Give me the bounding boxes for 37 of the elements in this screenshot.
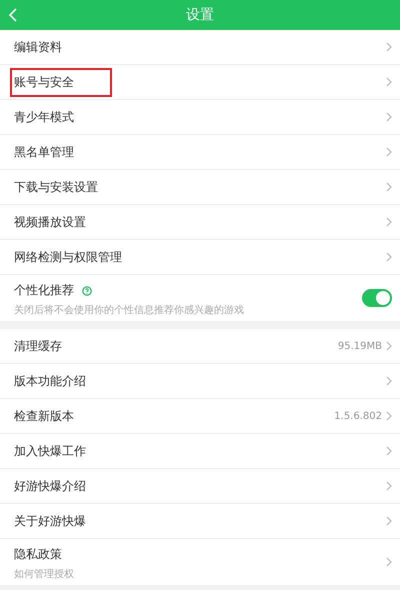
- chevron-right-icon: [386, 147, 392, 157]
- back-icon[interactable]: [8, 8, 18, 22]
- chevron-right-icon: [386, 77, 392, 87]
- chevron-right-icon: [386, 252, 392, 262]
- chevron-right-icon: [386, 217, 392, 227]
- chevron-right-icon: [386, 411, 392, 421]
- chevron-right-icon: [386, 42, 392, 52]
- chevron-right-icon: [386, 516, 392, 526]
- chevron-right-icon: [386, 557, 392, 567]
- setting-label[interactable]: 检查新版本: [12, 404, 76, 428]
- setting-value: 1.5.6.802: [334, 410, 382, 422]
- chevron-right-icon: [386, 481, 392, 491]
- setting-label[interactable]: 清理缓存: [12, 334, 64, 358]
- setting-label[interactable]: 编辑资料: [12, 36, 64, 58]
- chevron-right-icon: [386, 341, 392, 351]
- setting-label[interactable]: 视频播放设置: [12, 210, 88, 234]
- setting-label[interactable]: 青少年模式: [12, 106, 76, 128]
- setting-label[interactable]: 版本功能介绍: [12, 370, 88, 392]
- chevron-right-icon: [386, 182, 392, 192]
- setting-description: 如何管理授权: [13, 568, 74, 581]
- toggle-switch[interactable]: [362, 289, 392, 307]
- setting-label[interactable]: 账号与安全: [12, 70, 110, 94]
- setting-description: 关闭后将不会使用你的个性信息推荐你感兴趣的游戏: [13, 304, 244, 317]
- setting-label[interactable]: 好游快爆介绍: [12, 474, 88, 498]
- chevron-right-icon: [386, 376, 392, 386]
- setting-label[interactable]: 个性化推荐: [12, 279, 76, 302]
- setting-label[interactable]: 隐私政策: [12, 543, 64, 566]
- page-title: 设置: [186, 6, 214, 24]
- setting-label[interactable]: 加入快爆工作: [12, 440, 88, 462]
- setting-label[interactable]: 关于好游快爆: [12, 510, 88, 532]
- chevron-right-icon: [386, 446, 392, 456]
- chevron-right-icon: [386, 112, 392, 122]
- setting-label[interactable]: 黑名单管理: [12, 140, 76, 164]
- setting-label[interactable]: 网络检测与权限管理: [12, 246, 124, 268]
- question-circle-icon: [82, 286, 92, 296]
- setting-label[interactable]: 下载与安装设置: [12, 176, 100, 198]
- setting-value: 95.19MB: [338, 340, 382, 352]
